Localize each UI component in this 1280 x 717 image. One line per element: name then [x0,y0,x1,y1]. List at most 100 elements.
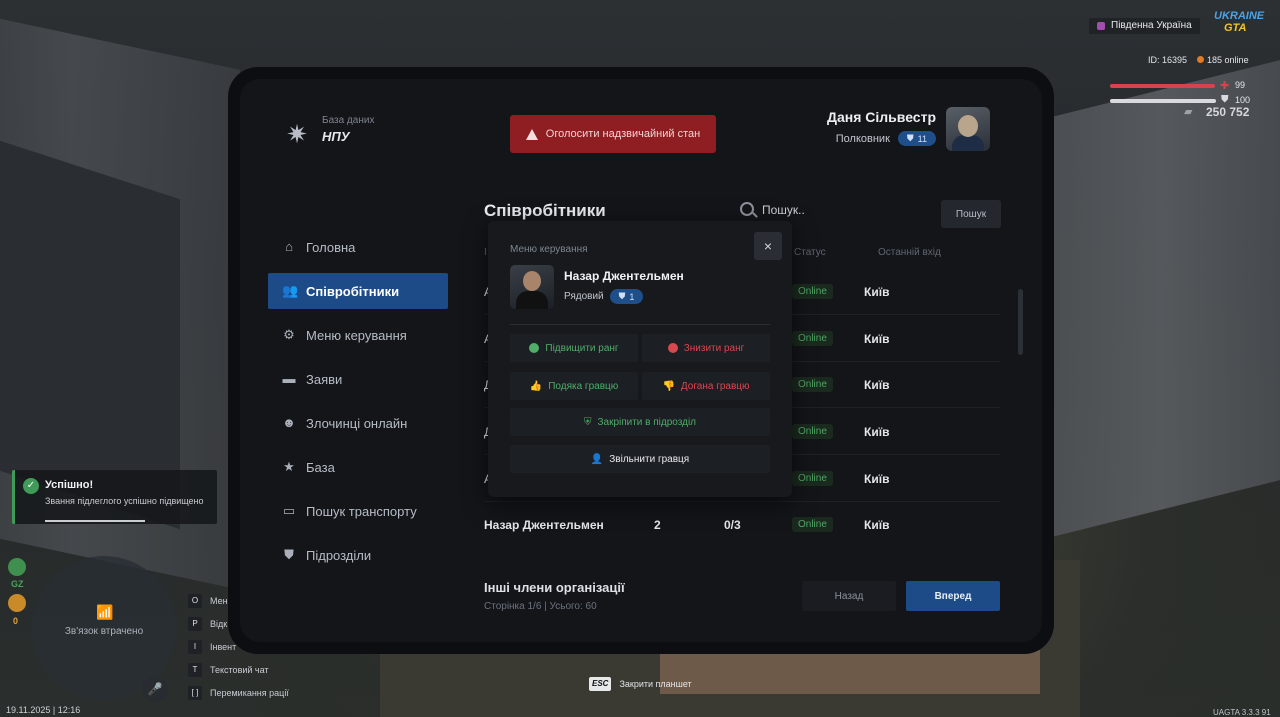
player-info-line: ID: 16395 185 online [1148,55,1249,65]
sidebar-item-criminals[interactable]: ☻ Злочинці онлайн [268,405,448,441]
row-name: Назар Джентельмен [484,518,604,532]
sidebar-item-control-menu[interactable]: ⚙ Меню керування [268,317,448,353]
search-icon [740,202,754,216]
police-star-icon: ✷ [286,119,308,149]
thumbs-down-icon: 👎 [662,380,675,392]
settings-icon: ⚙ [283,327,295,342]
page-info: Сторінка 1/6 | Усього: 60 [484,601,597,612]
player-name: Назар Джентельмен [564,269,684,283]
brand-name: НПУ [322,129,350,144]
page-title: Співробітники [484,201,606,220]
sidebar-item-units[interactable]: ⛊ Підрозділи [268,537,448,573]
demote-button[interactable]: Знизити ранг [642,334,770,362]
promote-button[interactable]: Підвищити ранг [510,334,638,362]
money-icon: ▰ [1184,106,1193,118]
back-button[interactable]: Назад [802,581,896,611]
brand-subtitle: База даних [322,115,375,126]
key-label: Інвент [210,641,237,652]
logo-line-1: UKRAINE [1214,10,1265,22]
search-button[interactable]: Пошук [941,200,1001,228]
emergency-button[interactable]: Оголосити надзвичайний стан [510,115,716,153]
reprimand-label: Догана гравцю [680,380,750,392]
status-badge: Online [792,284,833,299]
player-rank: Рядовий ⛊ 1 [564,289,644,304]
fire-label: Звільнити гравця [609,453,690,465]
sidebar: ⌂ Головна 👥 Співробітники ⚙ Меню керування … [268,229,448,581]
key-label: Текстовий чат [210,664,269,675]
signal-icon: 📶 [96,604,114,620]
user-name: Даня Сільвестр [827,109,936,125]
assign-unit-label: Закріпити в підрозділ [597,416,697,428]
key-hints: O Мен P Відк I Інвент T Текстовий чат [ ] Пер… [188,589,289,704]
key-cap: O [188,593,202,608]
thumbs-up-icon: 👍 [529,380,543,392]
armor-icon: ⛊ [1221,94,1229,105]
avatar[interactable] [946,107,990,151]
health-value: 99 [1235,80,1246,90]
crossed-swords-icon [8,594,26,612]
status-badge: Online [792,517,833,532]
key-label: Відк [210,618,228,629]
sidebar-item-label: Підрозділи [306,547,372,563]
column-header-name: I [484,247,487,258]
reprimand-button[interactable]: 👎 Догана гравцю [642,372,770,400]
sidebar-item-label: Пошук транспорту [306,503,417,519]
sidebar-item-base[interactable]: ★ База [268,449,448,485]
sidebar-item-applications[interactable]: ▬ Заяви [268,361,448,397]
rank-badge: ⛊ 1 [609,289,644,304]
column-header-status: Статус [794,247,826,258]
online-icon [1197,56,1205,63]
online-count: 185 online [1197,55,1249,65]
home-icon: ⌂ [285,239,293,254]
player-rank-level: 1 [629,291,635,302]
key-hint: I Інвент [188,635,289,658]
sidebar-item-label: Головна [306,239,356,255]
thank-button[interactable]: 👍 Подяка гравцю [510,372,638,400]
control-menu-modal: Меню керування × Назар Джентельмен Рядов… [488,221,792,497]
sidebar-item-label: Співробітники [306,283,400,299]
status-badge: Online [792,424,833,439]
promote-label: Підвищити ранг [545,342,619,354]
sidebar-item-home[interactable]: ⌂ Головна [268,229,448,265]
money-amount: 250 752 [1206,105,1250,119]
sidebar-item-employees[interactable]: 👥 Співробітники [268,273,448,309]
scrollbar[interactable] [1018,289,1023,355]
sidebar-item-label: Злочинці онлайн [306,415,408,431]
row-city: Київ [864,518,890,532]
health-bar [1110,84,1215,88]
status-badge: Online [792,471,833,486]
shield-icon: ⛊ [284,547,294,562]
emergency-label: Оголосити надзвичайний стан [545,128,701,140]
row-city: Київ [864,285,890,299]
key-cap: [ ] [188,685,202,700]
gz-count: 0 [13,616,19,626]
search-input[interactable] [762,201,932,219]
warning-icon [525,128,538,140]
version-label: UAGTA 3.3.3 91 [1213,708,1271,717]
toast-title: Успішно! [45,479,94,491]
status-badge: Online [792,331,833,346]
microphone-icon[interactable]: 🎤 [142,676,168,702]
key-hint: T Текстовий чат [188,658,289,681]
star-icon: ★ [283,459,295,474]
key-label: Перемикання рації [210,687,289,698]
next-button[interactable]: Вперед [906,581,1000,611]
esc-label: Закрити планшет [619,679,692,689]
table-row[interactable]: Назар Джентельмен 2 0/3 Online Київ [484,502,1000,548]
date-time: 19.11.2025 | 12:16 [6,705,81,715]
fire-button[interactable]: 👤 Звільнити гравця [510,445,770,473]
row-warnings: 0/3 [724,518,741,532]
mask-icon: ☻ [282,415,296,430]
key-hint: O Мен [188,589,289,612]
row-city: Київ [864,472,890,486]
bench [660,650,1040,694]
server-label: Південна Україна [1089,18,1200,34]
close-icon[interactable]: × [754,232,782,260]
key-hint: P Відк [188,612,289,635]
user-rank-label: Полковник [835,132,890,145]
divider [510,324,770,325]
assign-unit-button[interactable]: ⛨ Закріпити в підрозділ [510,408,770,436]
player-id: ID: 16395 [1148,55,1188,65]
status-badge: Online [792,377,833,392]
sidebar-item-vehicle-search[interactable]: ▭ Пошук транспорту [268,493,448,529]
